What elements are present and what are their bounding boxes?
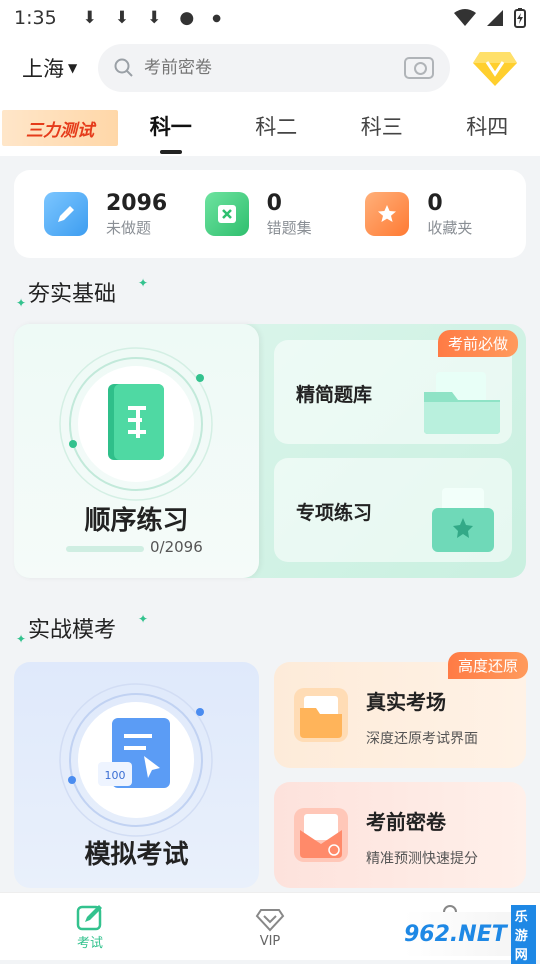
sequential-practice-title: 顺序练习 — [14, 500, 259, 537]
search-input[interactable] — [144, 58, 404, 78]
search-bar[interactable] — [98, 44, 450, 92]
battery-icon — [514, 8, 526, 28]
city-selector[interactable]: 上海 ▼ — [22, 53, 92, 83]
tab-ke4[interactable]: 科四 — [435, 100, 540, 156]
diamond-icon — [255, 904, 285, 934]
special-practice-title: 专项练习 — [296, 498, 372, 525]
star-icon — [365, 192, 409, 236]
envelope-icon — [290, 804, 352, 866]
mock-exam-card[interactable]: 100 模拟考试 — [14, 662, 259, 888]
stats-card: 2096未做题 0错题集 0收藏夹 — [14, 170, 526, 258]
tab-ke2[interactable]: 科二 — [224, 100, 330, 156]
progress-bar — [66, 546, 144, 552]
sparkle-icon: ✦ — [138, 612, 148, 626]
nav-exam[interactable]: 考试 — [0, 893, 180, 960]
signal-icon — [486, 9, 504, 27]
stat-label: 未做题 — [106, 217, 167, 238]
site-watermark: 962.NET乐游网 — [404, 912, 536, 956]
stat-favorite[interactable]: 0收藏夹 — [365, 191, 526, 238]
nav-exam-label: 考试 — [77, 932, 103, 951]
camera-icon[interactable] — [404, 57, 434, 79]
stat-value: 2096 — [106, 191, 167, 217]
city-label: 上海 — [22, 53, 64, 83]
vip-diamond-icon[interactable] — [472, 48, 518, 88]
book-icon — [58, 346, 214, 502]
stat-label: 收藏夹 — [427, 217, 472, 238]
streamlined-bank-title: 精简题库 — [296, 380, 372, 407]
real-exam-card[interactable]: 真实考场 深度还原考试界面 高度还原 — [274, 662, 526, 768]
basic-practice-panel: 顺序练习 0/2096 精简题库 考前必做 专项练习 — [14, 324, 526, 578]
real-exam-desc: 深度还原考试界面 — [366, 728, 478, 748]
stat-label: 错题集 — [267, 217, 312, 238]
real-exam-title: 真实考场 — [366, 686, 446, 715]
secret-paper-card[interactable]: 考前密卷 精准预测快速提分 — [274, 782, 526, 888]
stat-value: 0 — [427, 191, 472, 217]
folder-icon — [290, 684, 352, 746]
tab-ke1[interactable]: 科一 — [118, 100, 224, 156]
sequential-practice-card[interactable]: 顺序练习 0/2096 — [14, 324, 259, 578]
nav-vip[interactable]: VIP — [180, 893, 360, 960]
subject-tabs: 三力测试 科一 科二 科三 科四 — [0, 100, 540, 156]
svg-text:100: 100 — [105, 769, 126, 782]
star-box-icon — [428, 486, 498, 556]
pencil-icon — [44, 192, 88, 236]
wifi-icon — [454, 9, 476, 27]
special-practice-card[interactable]: 专项练习 — [274, 458, 512, 562]
section-title-basic: 夯实基础 ✦ ✦ — [28, 276, 116, 308]
nav-vip-label: VIP — [260, 934, 281, 949]
streamlined-bank-card[interactable]: 精简题库 考前必做 — [274, 340, 512, 444]
brand-logo: 三力测试 — [2, 110, 118, 146]
download-icon: ⬇ — [83, 8, 97, 28]
status-bar: 1:35 ⬇ ⬇ ⬇ ● ● — [0, 0, 540, 36]
secret-paper-title: 考前密卷 — [366, 806, 446, 835]
stat-undone[interactable]: 2096未做题 — [44, 191, 205, 238]
tab-ke3[interactable]: 科三 — [329, 100, 435, 156]
search-icon — [114, 58, 134, 78]
secret-paper-desc: 精准预测快速提分 — [366, 848, 478, 868]
mock-exam-title: 模拟考试 — [14, 834, 259, 871]
caret-down-icon: ▼ — [68, 61, 77, 75]
stat-value: 0 — [267, 191, 312, 217]
top-header: 上海 ▼ — [0, 36, 540, 100]
download-icon: ⬇ — [147, 8, 161, 28]
status-time: 1:35 — [14, 7, 57, 29]
dot-icon: ● — [212, 13, 221, 24]
alert-icon: ● — [179, 8, 194, 28]
edit-icon — [75, 902, 105, 932]
must-do-badge: 考前必做 — [438, 330, 518, 357]
section-title-exam: 实战模考 ✦ ✦ — [28, 612, 116, 644]
sparkle-icon: ✦ — [16, 296, 26, 310]
progress-text: 0/2096 — [150, 538, 203, 556]
exam-paper-icon: 100 — [58, 682, 214, 838]
wrong-icon — [205, 192, 249, 236]
download-icon: ⬇ — [115, 8, 129, 28]
stat-wrong[interactable]: 0错题集 — [205, 191, 366, 238]
sparkle-icon: ✦ — [138, 276, 148, 290]
sparkle-icon: ✦ — [16, 632, 26, 646]
folder-icon — [422, 370, 502, 434]
high-fidelity-badge: 高度还原 — [448, 652, 528, 679]
